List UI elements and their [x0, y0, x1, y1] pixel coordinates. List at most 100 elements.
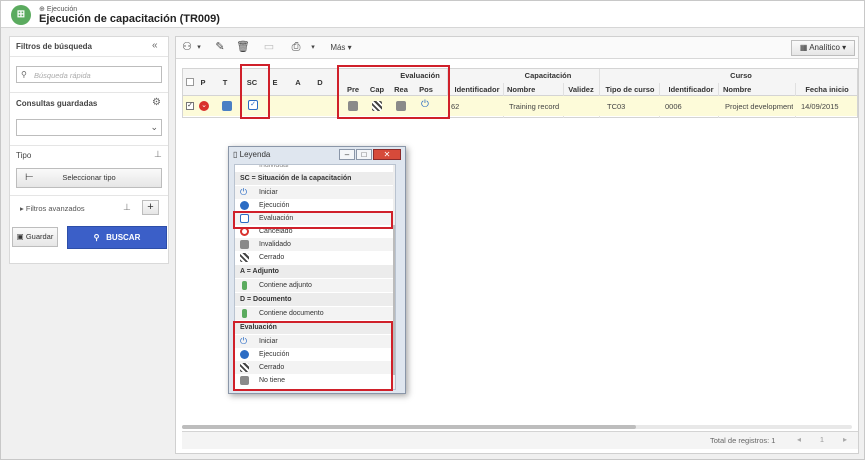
legend-label: Cerrado — [259, 254, 285, 261]
next-page-icon[interactable]: ▸ — [838, 435, 852, 447]
col-p[interactable]: P — [197, 78, 209, 87]
col-t[interactable]: T — [219, 78, 231, 87]
legend-item: Invalidado — [235, 238, 393, 251]
delete-icon[interactable]: 🗑 — [236, 40, 250, 55]
close-button[interactable]: ✕ — [373, 149, 401, 160]
legend-titlebar: ▯ Leyenda — [233, 150, 270, 159]
edit-icon[interactable]: ✎ — [213, 40, 227, 55]
view-selector[interactable]: ▦ Analítico ▾ — [791, 40, 855, 56]
back-icon: ⊕ — [39, 6, 45, 13]
select-all-checkbox[interactable] — [186, 78, 194, 86]
col-start-date[interactable]: Fecha inicio — [801, 85, 853, 94]
minimize-button[interactable]: – — [339, 149, 355, 160]
filter-panel: Filtros de búsqueda « ⚲ Búsqueda rápida … — [9, 36, 169, 264]
col-course-name[interactable]: Nombre — [723, 85, 763, 94]
col-training-id[interactable]: Identificador — [449, 85, 505, 94]
legend-cut-row: Individual — [235, 164, 393, 172]
search-label: BUSCAR — [106, 233, 141, 242]
col-validity[interactable]: Validez — [566, 85, 596, 94]
page-header: ⊞ ⊕ Ejecución Ejecución de capacitación … — [1, 1, 864, 28]
legend-label: Invalidado — [259, 241, 291, 248]
filters-title: Filtros de búsqueda — [16, 42, 93, 51]
page-number[interactable]: 1 — [815, 435, 829, 447]
users-icon[interactable]: ⚇ — [180, 40, 194, 55]
saved-queries-label: Consultas guardadas — [16, 99, 98, 108]
toolbar: ⚇ ▾ ✎ 🗑 ▭ ⎙ ▾ Más ▾ ▦ Analítico ▾ — [176, 37, 858, 59]
col-training-name[interactable]: Nombre — [507, 85, 547, 94]
advanced-filters-toggle[interactable]: ▸ Filtros avanzados — [20, 204, 85, 213]
cell-course-type: TC03 — [607, 102, 626, 111]
invalidated-icon — [240, 240, 249, 249]
col-course-type[interactable]: Tipo de curso — [605, 85, 655, 94]
cell-course-id: 0006 — [665, 102, 682, 111]
clear-filter-icon[interactable]: ⊥ — [154, 149, 162, 160]
sc-highlight — [240, 64, 270, 119]
execution-icon — [240, 201, 249, 210]
search-placeholder: Búsqueda rápida — [34, 71, 91, 80]
legend-label: Contiene documento — [259, 310, 324, 317]
legend-window: ▯ Leyenda – □ ✕ Individual SC = Situació… — [228, 146, 406, 394]
legend-item: Contiene documento — [235, 307, 393, 320]
grid-icon: ▦ — [799, 43, 808, 52]
app-window: ⊞ ⊕ Ejecución Ejecución de capacitación … — [0, 0, 865, 460]
collapse-icon[interactable]: « — [152, 40, 158, 51]
legend-item: Contiene adjunto — [235, 279, 393, 292]
evaluation-highlight — [337, 65, 450, 119]
add-filter-button[interactable]: + — [142, 200, 159, 215]
hierarchy-icon: ⊢ — [25, 172, 34, 183]
document-icon — [242, 309, 247, 318]
copy-icon[interactable]: ▭ — [262, 40, 276, 55]
col-e[interactable]: E — [269, 78, 281, 87]
col-course-id[interactable]: Identificador — [663, 85, 719, 94]
col-d[interactable]: D — [314, 78, 326, 87]
cell-course-name: Project development — [725, 102, 794, 111]
scrollbar-thumb[interactable] — [182, 425, 636, 429]
clear-advanced-icon[interactable]: ⊥ — [123, 202, 131, 213]
chevron-down-icon: ⌄ — [150, 122, 158, 132]
horizontal-scrollbar[interactable] — [182, 425, 852, 429]
maximize-button[interactable]: □ — [356, 149, 372, 160]
priority-icon: ⌄ — [199, 101, 209, 111]
legend-label: Iniciar — [259, 189, 278, 196]
save-button[interactable]: ▣ Guardar — [12, 227, 58, 247]
paperclip-icon — [242, 281, 247, 290]
legend-label: Contiene adjunto — [259, 282, 312, 289]
legend-document-header: D = Documento — [235, 293, 393, 306]
advanced-filters-label: Filtros avanzados — [25, 204, 85, 213]
app-logo-icon: ⊞ — [11, 5, 31, 25]
legend-cut-label: Individual — [259, 164, 289, 169]
breadcrumb-label: Ejecución — [46, 6, 78, 13]
quick-search-input[interactable]: ⚲ Búsqueda rápida — [16, 66, 162, 83]
search-icon: ⚲ — [93, 233, 100, 242]
breadcrumb[interactable]: ⊕ Ejecución — [39, 5, 77, 13]
group-course: Curso — [730, 71, 752, 80]
select-type-button[interactable]: ⊢ Seleccionar tipo — [16, 168, 162, 188]
print-icon[interactable]: ⎙ — [289, 40, 303, 55]
total-records: Total de registros: 1 — [710, 436, 776, 445]
records-grid: Evaluación Capacitación Curso P T SC E A… — [182, 68, 858, 118]
start-icon: ⏻ — [240, 187, 248, 197]
page-title: Ejecución de capacitación (TR009) — [39, 13, 220, 25]
grid-footer: Total de registros: 1 ◂ 1 ▸ — [182, 431, 858, 449]
saved-queries-select[interactable]: ⌄ — [16, 119, 162, 136]
search-button[interactable]: ⚲ BUSCAR — [67, 226, 167, 249]
legend-item: ⏻ Iniciar — [235, 186, 393, 199]
type-icon — [222, 101, 232, 111]
save-icon: ▣ — [16, 232, 24, 241]
document-icon: ▯ — [233, 150, 238, 159]
chevron-down-icon[interactable]: ▾ — [195, 40, 203, 55]
gear-icon[interactable]: ⚙ — [152, 97, 161, 108]
cell-training-name: Training record — [509, 102, 560, 111]
legend-scrollbar[interactable] — [393, 165, 395, 389]
more-menu[interactable]: Más ▾ — [326, 40, 356, 55]
legend-attachment-header: A = Adjunto — [235, 265, 393, 278]
legend-sc-header: SC = Situación de la capacitación — [235, 172, 393, 185]
legend-scrollbar-thumb[interactable] — [393, 225, 395, 375]
col-a[interactable]: A — [292, 78, 304, 87]
view-label: Analítico — [809, 43, 840, 52]
table-row[interactable]: ✓ ⌄ ✓ ⏻ 62 Training record TC03 0006 Pro… — [183, 96, 857, 116]
prev-page-icon[interactable]: ◂ — [792, 435, 806, 447]
row-checkbox[interactable]: ✓ — [186, 102, 194, 110]
cell-training-id: 62 — [451, 102, 460, 111]
chevron-down-icon[interactable]: ▾ — [309, 40, 317, 55]
